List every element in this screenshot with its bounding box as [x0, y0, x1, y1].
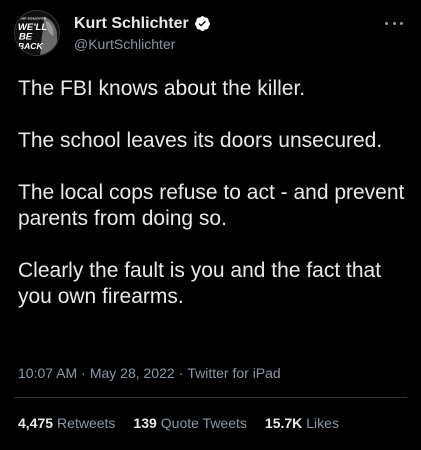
author-info: Kurt Schlichter @KurtSchlichter [74, 14, 354, 53]
tweet-paragraph: The school leaves its doors unsecured. [18, 129, 383, 152]
more-options-icon[interactable] [385, 14, 403, 32]
tweet-text: The FBI knows about the killer. The scho… [18, 76, 413, 336]
likes-label: Likes [306, 415, 339, 431]
verified-badge-icon [194, 16, 210, 31]
meta-separator: · [178, 365, 184, 381]
quote-tweets-count: 139 [133, 415, 157, 431]
tweet-card: KURT SCHLICHTER WE'LL BE BACK Kurt Schli… [0, 0, 421, 450]
author-display-name[interactable]: Kurt Schlichter [74, 14, 189, 33]
retweets-label: Retweets [57, 415, 116, 431]
tweet-source[interactable]: Twitter for iPad [187, 365, 280, 381]
tweet-time[interactable]: 10:07 AM [18, 365, 77, 381]
tweet-metadata: 10:07 AM · May 28, 2022 · Twitter for iPad [18, 364, 281, 382]
quote-tweets-label: Quote Tweets [160, 415, 247, 431]
engagement-stats: 4,475 Retweets 139 Quote Tweets 15.7K Likes [18, 414, 339, 432]
retweets-stat[interactable]: 4,475 Retweets [18, 414, 115, 432]
tweet-paragraph: Clearly the fault is you and the fact th… [18, 259, 382, 308]
tweet-paragraph: The FBI knows about the killer. [18, 77, 306, 100]
avatar-slogan-line-3: BACK [18, 41, 44, 51]
avatar[interactable]: KURT SCHLICHTER WE'LL BE BACK [14, 10, 60, 56]
meta-separator: · [81, 365, 86, 381]
retweets-count: 4,475 [18, 415, 54, 431]
divider [14, 397, 407, 398]
likes-count: 15.7K [264, 415, 303, 431]
avatar-image: KURT SCHLICHTER WE'LL BE BACK [15, 11, 59, 55]
author-handle[interactable]: @KurtSchlichter [74, 36, 354, 53]
quote-tweets-stat[interactable]: 139 Quote Tweets [133, 414, 247, 432]
tweet-paragraph: The local cops refuse to act - and preve… [18, 181, 405, 230]
avatar-brand-text: KURT SCHLICHTER [19, 17, 46, 21]
tweet-date[interactable]: May 28, 2022 [90, 365, 175, 381]
likes-stat[interactable]: 15.7K Likes [265, 414, 339, 432]
